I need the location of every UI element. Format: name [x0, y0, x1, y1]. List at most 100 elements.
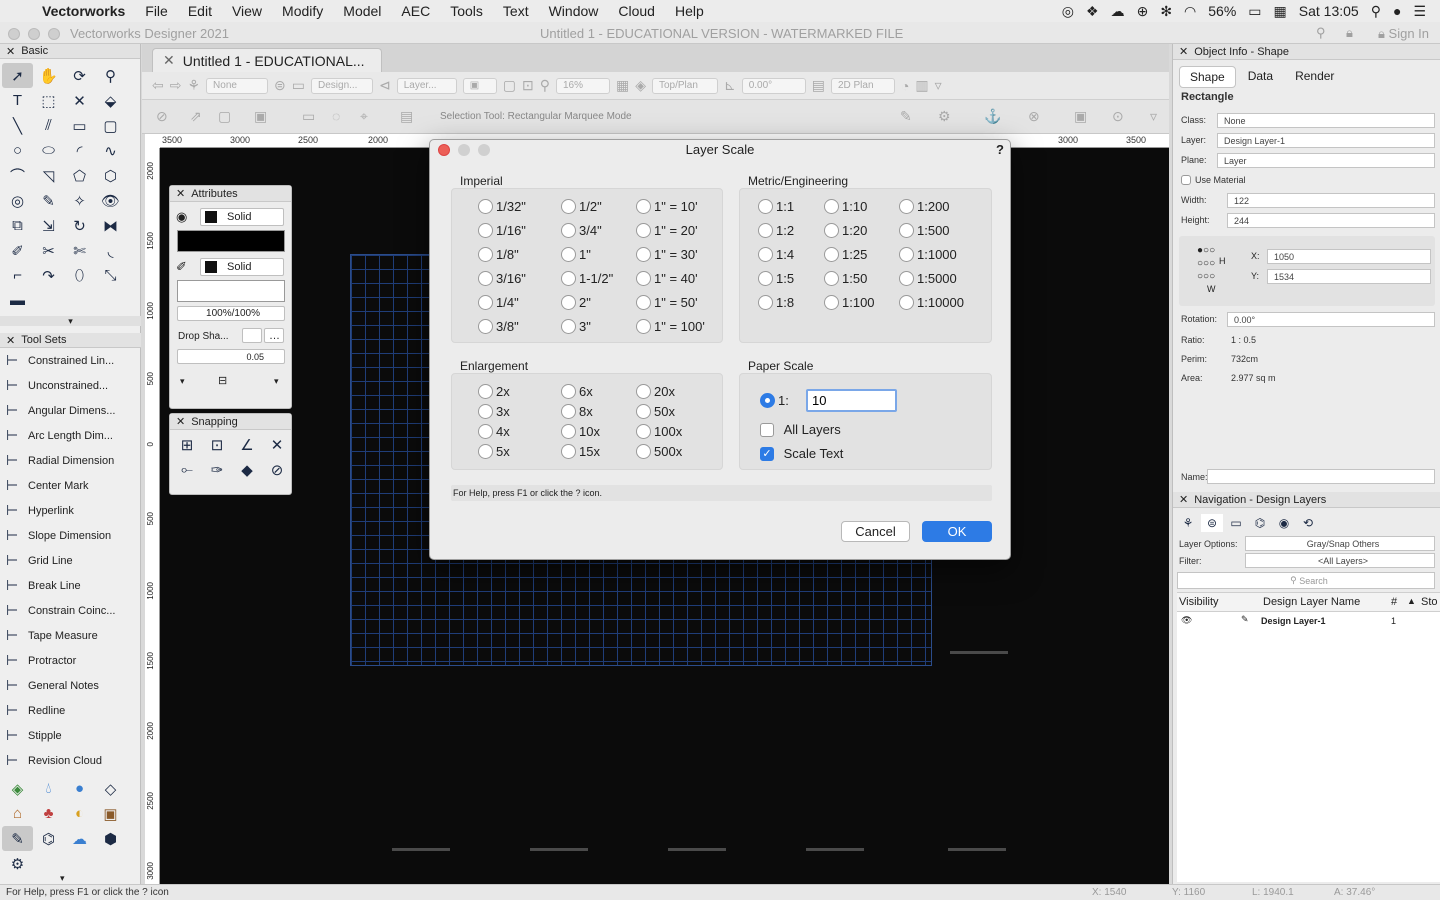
minimize-window-button[interactable]	[28, 28, 40, 40]
fill-style-dropdown[interactable]: Solid	[200, 208, 284, 226]
freehand-tool-icon[interactable]: ∿	[95, 138, 126, 163]
fill-style-icon[interactable]: ◉	[176, 209, 187, 225]
creative-cloud-icon[interactable]: ◎	[1062, 3, 1074, 20]
scale-radio-option[interactable]: 1:10000	[899, 295, 964, 310]
toolset-item[interactable]: ⊢ Hyperlink	[0, 498, 141, 523]
menu-model[interactable]: Model	[333, 3, 391, 19]
landscape-icon[interactable]: 💧︎	[33, 776, 64, 801]
tab-shape[interactable]: Shape	[1179, 66, 1236, 88]
radio-control[interactable]	[636, 295, 651, 310]
references-tab-icon[interactable]: ⟲	[1297, 514, 1319, 532]
spotlight-icon[interactable]: ⚲	[1371, 3, 1381, 20]
attribute-mapping-tool-icon[interactable]: ✧	[64, 188, 95, 213]
scale-radio-option[interactable]: 1:100	[824, 295, 875, 310]
scale-radio-option[interactable]: 1/4"	[478, 295, 519, 310]
class-dropdown[interactable]: None	[1217, 113, 1435, 128]
toolset-item[interactable]: ⊢ Revision Cloud	[0, 748, 141, 773]
tape-tool-icon[interactable]: ▬	[2, 288, 33, 313]
scale-radio-option[interactable]: 1/2"	[561, 199, 602, 214]
mode-6-icon[interactable]: ◌	[332, 108, 340, 124]
split-tool-icon[interactable]: ✄	[64, 238, 95, 263]
toolset-item[interactable]: ⊢ Arc Length Dim...	[0, 423, 141, 448]
circle-tool-icon[interactable]: ○	[2, 138, 33, 163]
menu-tools[interactable]: Tools	[440, 3, 493, 19]
rotation-field[interactable]: 0.00°	[1227, 312, 1435, 327]
snap-object-icon[interactable]: ⊡	[202, 432, 232, 457]
menu-window[interactable]: Window	[539, 3, 609, 19]
app-menu[interactable]: Vectorworks	[32, 3, 135, 19]
opacity-field[interactable]: 100%/100%	[177, 306, 285, 321]
radio-control[interactable]	[636, 271, 651, 286]
radio-control[interactable]	[899, 247, 914, 262]
vpn-icon[interactable]: ⊕	[1137, 3, 1149, 20]
radio-control[interactable]	[478, 271, 493, 286]
snap-working-plane-icon[interactable]: ⊘	[262, 457, 292, 482]
toolset-item[interactable]: ⊢ Stipple	[0, 723, 141, 748]
pan-tool-icon[interactable]: ✋	[33, 63, 64, 88]
radio-control[interactable]	[636, 319, 651, 334]
radio-control[interactable]	[561, 295, 576, 310]
oval-tool-icon[interactable]: ⬭	[33, 138, 64, 163]
edit-layer-icon[interactable]: ✎	[1241, 614, 1249, 625]
radio-control[interactable]	[824, 223, 839, 238]
rotate-tool-icon[interactable]: ↻	[64, 213, 95, 238]
scale-radio-option[interactable]: 8x	[561, 404, 593, 419]
drop-shadow-toggle[interactable]	[242, 328, 262, 343]
close-icon[interactable]: ✕	[176, 187, 185, 200]
radio-control[interactable]	[561, 404, 576, 419]
scale-radio-option[interactable]: 1:2	[758, 223, 794, 238]
search-icon[interactable]: ⚲	[1316, 25, 1326, 41]
mode-7-icon[interactable]: ⌖	[360, 108, 368, 125]
polygon-tool-icon[interactable]: ◹	[33, 163, 64, 188]
column-stories[interactable]: Sto	[1421, 596, 1438, 608]
radio-control[interactable]	[758, 223, 773, 238]
sort-ascending-icon[interactable]: ▲	[1407, 596, 1416, 606]
lock-icon[interactable]: 🔒︎	[1346, 25, 1353, 41]
cloud-icon[interactable]: ☁	[1111, 3, 1125, 20]
column-number[interactable]: #	[1391, 596, 1397, 608]
column-visibility[interactable]: Visibility	[1179, 596, 1219, 608]
scale-radio-option[interactable]: 1" = 100'	[636, 319, 705, 334]
toolset-item[interactable]: ⊢ Protractor	[0, 648, 141, 673]
zoom-tool-icon[interactable]: ⚲	[95, 63, 126, 88]
layer-options-dropdown[interactable]: ▣	[462, 77, 497, 94]
radio-control[interactable]	[824, 295, 839, 310]
vertical-ruler[interactable]: 2000 1500 1000 500 0 500 1000 1500 2000 2500 3000	[145, 148, 160, 884]
more-chevron-icon[interactable]: ▿	[935, 77, 942, 94]
dialog-close-button[interactable]	[438, 144, 450, 156]
design-layer-dropdown[interactable]: Design...	[311, 77, 373, 94]
saved-view-icon[interactable]: ▭	[292, 77, 305, 94]
offset-tool-icon[interactable]: ↷	[33, 263, 64, 288]
toolset-item[interactable]: ⊢ Center Mark	[0, 473, 141, 498]
toolset-item[interactable]: ⊢ Slope Dimension	[0, 523, 141, 548]
radio-control[interactable]	[758, 199, 773, 214]
sheet-layers-tab-icon[interactable]: ▭	[1225, 514, 1247, 532]
layer-visibility-icon[interactable]: ⊲	[379, 77, 391, 94]
radio-control[interactable]	[636, 384, 651, 399]
zoom-objects-icon[interactable]: ⊡	[522, 77, 534, 94]
layer-options-dropdown[interactable]: Gray/Snap Others	[1245, 536, 1435, 551]
use-material-checkbox[interactable]: Use Material	[1181, 175, 1246, 185]
collapse-chevron-icon[interactable]: ▾	[0, 316, 141, 326]
scale-radio-option[interactable]: 1/8"	[478, 247, 519, 262]
radio-control[interactable]	[478, 404, 493, 419]
bluetooth-icon[interactable]: ✻	[1160, 3, 1172, 20]
menu-cloud[interactable]: Cloud	[608, 3, 665, 19]
radio-control[interactable]	[478, 199, 493, 214]
arc-tool-icon[interactable]: ◜	[64, 138, 95, 163]
search-input[interactable]: ⚲ Search	[1177, 572, 1435, 589]
arrow-start-icon[interactable]: ▾	[180, 376, 185, 387]
line-tool-icon[interactable]: ╲	[2, 113, 33, 138]
scale-radio-option[interactable]: 3"	[561, 319, 591, 334]
checkbox-control[interactable]	[1181, 175, 1191, 185]
menu-help[interactable]: Help	[665, 3, 714, 19]
snap-angle-icon[interactable]: ∠	[232, 432, 262, 457]
radio-control[interactable]	[561, 444, 576, 459]
clock[interactable]: Sat 13:05	[1299, 3, 1359, 19]
radio-control[interactable]	[636, 223, 651, 238]
document-tab[interactable]: ✕ Untitled 1 - EDUCATIONAL...	[152, 48, 382, 72]
close-tab-icon[interactable]: ✕	[163, 52, 175, 69]
cancel-button[interactable]: Cancel	[841, 521, 910, 542]
radio-control[interactable]	[561, 384, 576, 399]
radio-control[interactable]	[478, 319, 493, 334]
